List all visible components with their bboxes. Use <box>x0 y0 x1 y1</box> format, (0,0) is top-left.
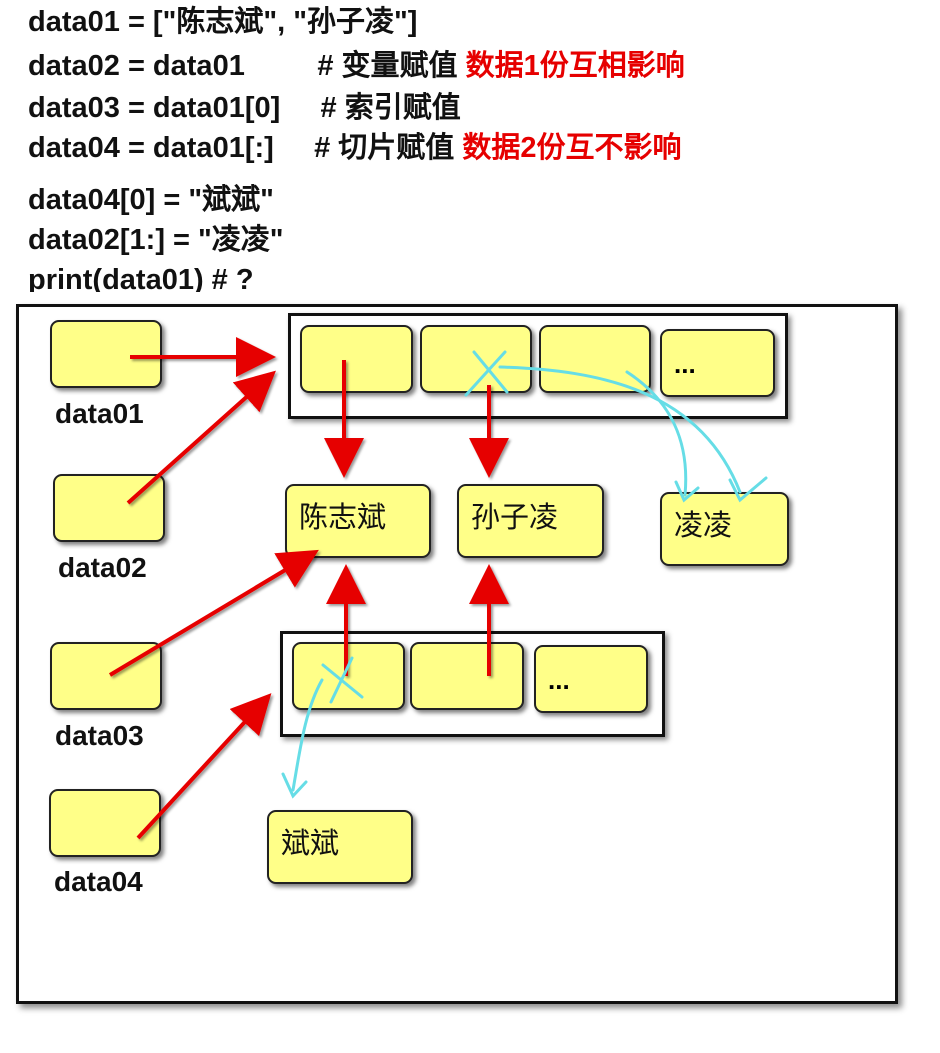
arrows-overlay <box>108 337 768 840</box>
curve-list2slot0-to-binbin <box>291 678 324 792</box>
cross-mark-list2-slot0 <box>321 656 364 704</box>
arrow-data04-to-list2 <box>136 693 272 840</box>
arrow-data03-to-chen <box>108 549 319 677</box>
arrow-data02-to-list1 <box>126 370 276 505</box>
curve-slot1-to-lingling <box>498 365 742 494</box>
cross-mark-list1-slot1 <box>464 350 509 397</box>
